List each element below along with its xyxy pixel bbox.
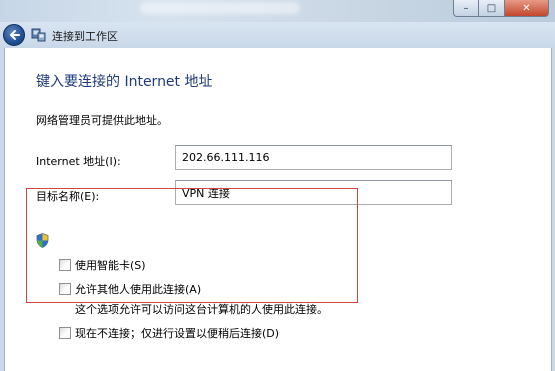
uac-shield-icon bbox=[36, 233, 49, 248]
network-workplace-icon bbox=[31, 28, 46, 42]
internet-address-input[interactable] bbox=[175, 145, 452, 170]
blurred-title bbox=[140, 2, 300, 14]
page-heading: 键入要连接的 Internet 地址 bbox=[36, 74, 213, 90]
back-button[interactable] bbox=[3, 24, 25, 46]
minimize-button[interactable]: – bbox=[453, 0, 479, 17]
smart-card-label: 使用智能卡(S) bbox=[75, 259, 146, 272]
maximize-button[interactable]: □ bbox=[479, 0, 505, 17]
smart-card-checkbox[interactable] bbox=[59, 259, 71, 271]
allow-others-checkbox[interactable] bbox=[59, 283, 71, 295]
navigation-bar: 连接到工作区 bbox=[0, 22, 555, 48]
caption-buttons: – □ ✕ bbox=[453, 0, 549, 17]
back-arrow-icon bbox=[10, 30, 20, 40]
allow-others-label: 允许其他人使用此连接(A) bbox=[75, 283, 202, 296]
allow-others-note: 这个选项允许可以访问这台计算机的人使用此连接。 bbox=[75, 303, 328, 316]
wizard-title: 连接到工作区 bbox=[52, 30, 118, 43]
window-titlebar: – □ ✕ bbox=[0, 0, 555, 22]
connect-later-checkbox[interactable] bbox=[59, 327, 71, 339]
close-button[interactable]: ✕ bbox=[505, 0, 549, 17]
intro-text: 网络管理员可提供此地址。 bbox=[36, 114, 168, 127]
connect-later-label: 现在不连接；仅进行设置以便稍后连接(D) bbox=[75, 327, 280, 340]
internet-address-label: Internet 地址(I): bbox=[36, 155, 121, 168]
